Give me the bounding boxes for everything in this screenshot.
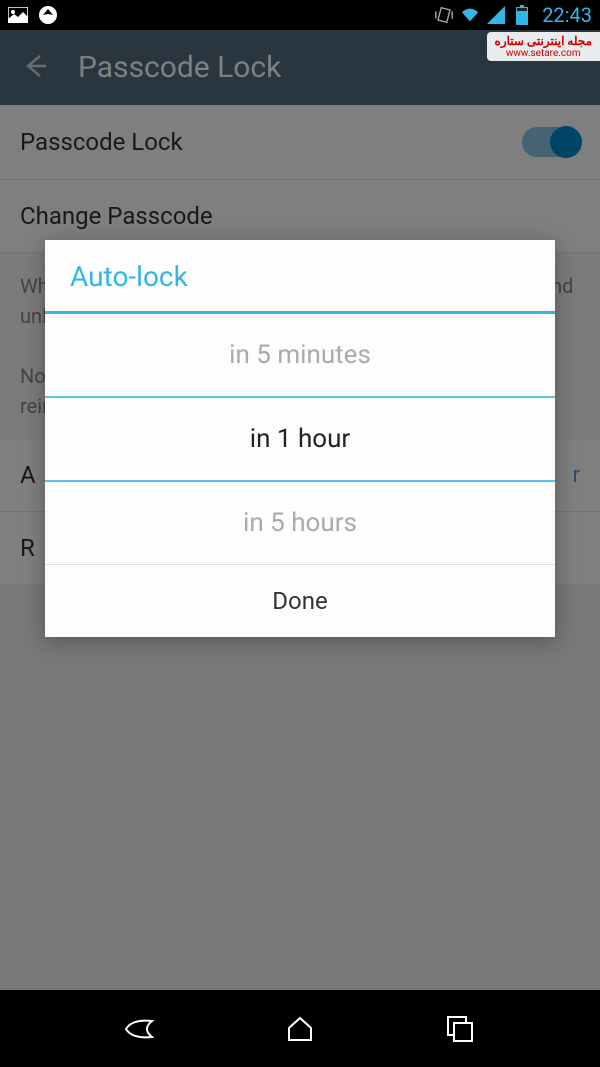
status-right: 22:43	[434, 3, 592, 27]
location-icon	[38, 5, 58, 25]
picker-option-selected[interactable]: in 1 hour	[45, 398, 555, 482]
wifi-icon	[460, 5, 480, 25]
picker-option-prev[interactable]: in 5 minutes	[45, 314, 555, 398]
auto-lock-dialog: Auto-lock in 5 minutes in 1 hour in 5 ho…	[45, 240, 555, 637]
watermark-url: www.setare.com	[495, 48, 592, 59]
status-left	[8, 5, 58, 25]
status-bar: 22:43	[0, 0, 600, 30]
watermark: مجله اینترنتی ستاره www.setare.com	[487, 32, 600, 61]
navigation-bar	[0, 990, 600, 1067]
picker-option-next[interactable]: in 5 hours	[45, 482, 555, 565]
battery-icon	[512, 5, 532, 25]
signal-icon	[486, 5, 506, 25]
nav-home-icon[interactable]	[280, 1009, 320, 1049]
watermark-text: مجله اینترنتی ستاره	[495, 34, 592, 48]
done-button[interactable]: Done	[45, 565, 555, 637]
nav-back-icon[interactable]	[120, 1009, 160, 1049]
vibrate-icon	[434, 5, 454, 25]
picture-icon	[8, 5, 28, 25]
status-time: 22:43	[542, 3, 592, 27]
nav-recent-icon[interactable]	[440, 1009, 480, 1049]
dialog-title: Auto-lock	[45, 240, 555, 314]
